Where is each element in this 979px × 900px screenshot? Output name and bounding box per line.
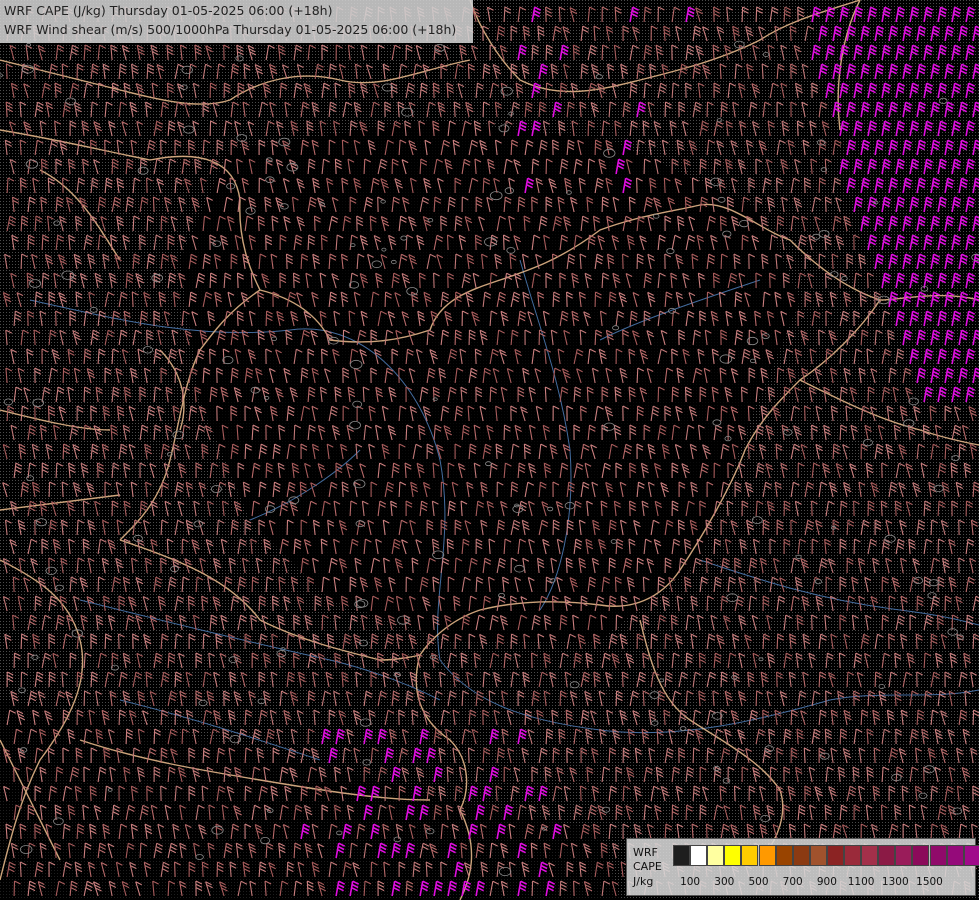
legend-swatch	[912, 845, 930, 866]
legend-swatch	[809, 845, 827, 866]
legend-swatch	[861, 845, 879, 866]
title-line-wind-shear: WRF Wind shear (m/s) 500/1000hPa Thursda…	[4, 22, 457, 37]
legend-swatch	[707, 845, 725, 866]
legend-tick-label: 1100	[847, 876, 875, 888]
legend-tick-label: 500	[748, 876, 769, 888]
cape-legend: WRF CAPE J/kg 100 300 500 700 900 1100 1300 150…	[626, 838, 979, 896]
legend-swatch	[878, 845, 896, 866]
legend-swatch	[844, 845, 862, 866]
legend-tick-label: 900	[816, 876, 837, 888]
legend-swatch	[826, 845, 844, 866]
legend-tick-label: 1300	[881, 876, 909, 888]
title-line-cape: WRF CAPE (J/kg) Thursday 01-05-2025 06:0…	[4, 3, 333, 18]
legend-swatch	[673, 845, 691, 866]
legend-swatch	[929, 845, 947, 866]
legend-swatch	[741, 845, 759, 866]
legend-swatch	[946, 845, 964, 866]
legend-swatch	[895, 845, 913, 866]
legend-swatch	[963, 845, 979, 866]
legend-swatch	[758, 845, 776, 866]
legend-tick-label: 300	[714, 876, 735, 888]
legend-model: WRF	[633, 846, 658, 859]
legend-tick-label: 700	[782, 876, 803, 888]
weather-map	[0, 0, 979, 900]
legend-tick-label: 1500	[916, 876, 943, 888]
legend-unit: J/kg	[633, 875, 654, 888]
legend-variable: CAPE	[633, 860, 662, 873]
title-box: WRF CAPE (J/kg) Thursday 01-05-2025 06:0…	[0, 0, 473, 43]
legend-swatch	[792, 845, 810, 866]
legend-swatch	[690, 845, 708, 866]
legend-swatch	[775, 845, 793, 866]
legend-tick-label: 100	[680, 876, 701, 888]
legend-swatch	[724, 845, 742, 866]
